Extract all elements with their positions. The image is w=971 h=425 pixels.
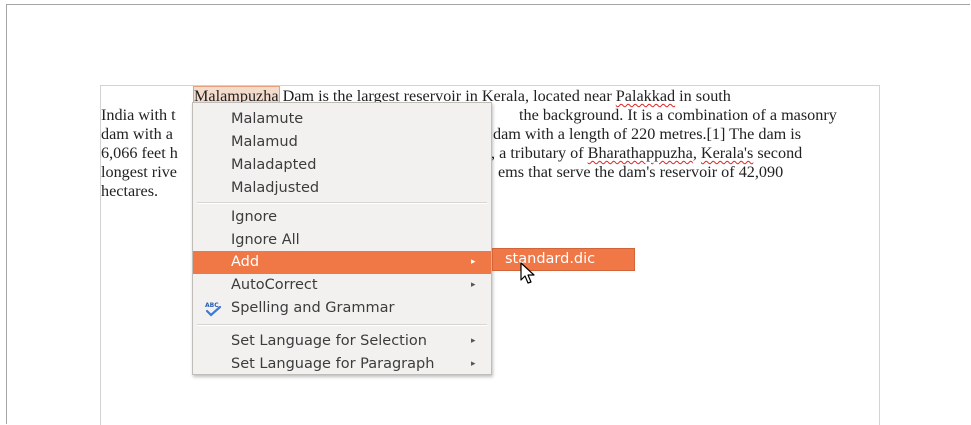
text-run: India with t: [101, 106, 176, 124]
text-run: , a tributary of: [491, 144, 588, 162]
suggestion-item[interactable]: Malamute: [193, 108, 491, 131]
text-run-group: , a tributary of Bharathappuzha, Kerala'…: [491, 144, 802, 163]
add-item[interactable]: Add ▸: [193, 251, 491, 274]
text-run: in south: [675, 87, 731, 105]
spelling-grammar-item[interactable]: ABC Spelling and Grammar: [193, 297, 491, 320]
menu-separator: [197, 324, 487, 326]
text-run: hectares.: [101, 182, 159, 200]
text-run: ,: [692, 144, 701, 162]
misspelled-word[interactable]: Palakkad: [616, 87, 675, 105]
submenu-arrow-icon: ▸: [471, 257, 476, 267]
set-language-paragraph-label: Set Language for Paragraph: [231, 356, 435, 372]
text-run: longest rive: [101, 163, 177, 181]
suggestion-item[interactable]: Malamud: [193, 131, 491, 154]
text-run: the background. It is a combination of a…: [519, 106, 837, 124]
ignore-item[interactable]: Ignore: [193, 206, 491, 229]
autocorrect-item[interactable]: AutoCorrect ▸: [193, 274, 491, 297]
suggestion-item[interactable]: Maladapted: [193, 154, 491, 177]
dictionary-item-standard[interactable]: standard.dic: [505, 251, 595, 267]
add-dictionary-submenu: standard.dic: [492, 248, 635, 271]
misspelled-word[interactable]: Bharathappuzha: [588, 144, 693, 162]
set-language-paragraph-item[interactable]: Set Language for Paragraph ▸: [193, 353, 491, 376]
misspelled-word[interactable]: Kerala's: [701, 144, 753, 162]
spellcheck-context-menu: Malamute Malamud Maladapted Maladjusted …: [192, 102, 492, 375]
submenu-arrow-icon: ▸: [471, 280, 476, 290]
add-item-label: Add: [231, 254, 260, 270]
submenu-arrow-icon: ▸: [471, 336, 476, 346]
text-run: 6,066 feet h: [101, 144, 178, 162]
set-language-selection-item[interactable]: Set Language for Selection ▸: [193, 330, 491, 353]
suggestion-item[interactable]: Maladjusted: [193, 177, 491, 200]
set-language-selection-label: Set Language for Selection: [231, 333, 427, 349]
abc-check-icon: ABC: [205, 302, 222, 317]
autocorrect-item-label: AutoCorrect: [231, 277, 318, 293]
text-run: ems that serve the dam's reservoir of 42…: [498, 163, 784, 181]
submenu-arrow-icon: ▸: [471, 359, 476, 369]
ignore-all-item[interactable]: Ignore All: [193, 229, 491, 252]
text-run: dam with a length of 220 metres.[1] The …: [493, 125, 802, 143]
svg-text:ABC: ABC: [205, 302, 219, 309]
menu-separator: [197, 202, 487, 204]
spelling-grammar-label: Spelling and Grammar: [231, 300, 395, 316]
text-run: second: [753, 144, 803, 162]
text-run: dam with a: [101, 125, 173, 143]
mouse-pointer-icon: [520, 262, 535, 284]
